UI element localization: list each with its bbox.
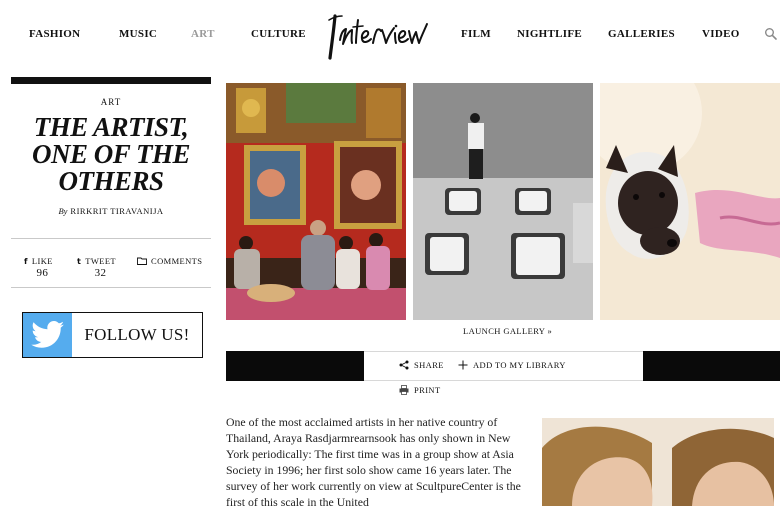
article-category: ART (100, 97, 122, 107)
like-count: 96 (36, 267, 49, 279)
nav-film[interactable]: FILM (461, 28, 491, 40)
launch-gallery-link[interactable]: LAUNCH GALLERY » (463, 326, 552, 336)
nav-nightlife[interactable]: NIGHTLIFE (517, 28, 582, 40)
comments-label: COMMENTS (151, 256, 203, 266)
add-to-library-label: ADD TO MY LIBRARY (473, 360, 566, 370)
facebook-icon: f (24, 256, 28, 266)
nav-art[interactable]: ART (191, 28, 215, 40)
nav-culture[interactable]: CULTURE (251, 28, 306, 40)
search-icon[interactable] (764, 27, 778, 41)
gallery-photo-temple[interactable] (226, 83, 406, 320)
article-title-line: OTHERS (58, 166, 164, 196)
byline-prefix: By (58, 206, 68, 216)
comments-button[interactable]: COMMENTS (137, 256, 202, 266)
follow-us-button[interactable]: FOLLOW US! (22, 312, 203, 358)
article-inline-photo (542, 418, 774, 506)
article-body: One of the most acclaimed artists in her… (226, 415, 521, 506)
article-byline: By RIRKRIT TIRAVANIJA (11, 206, 211, 216)
article-title-line: ONE OF THE (31, 139, 191, 169)
print-button[interactable]: PRINT (399, 385, 441, 395)
share-icon (399, 360, 409, 370)
gallery-photo-figures[interactable] (413, 83, 593, 320)
add-to-library-button[interactable]: ADD TO MY LIBRARY (458, 360, 566, 370)
gallery-photo-dog[interactable] (600, 83, 780, 320)
divider (11, 238, 211, 239)
article-title: THE ARTIST, ONE OF THE OTHERS (11, 114, 211, 195)
author-link[interactable]: RIRKRIT TIRAVANIJA (70, 206, 163, 216)
nav-fashion[interactable]: FASHION (29, 28, 80, 40)
interview-logo[interactable] (325, 10, 429, 62)
like-label: LIKE (31, 256, 53, 266)
folder-icon (137, 257, 147, 265)
tweet-button[interactable]: t TWEET 32 (77, 256, 116, 279)
nav-video[interactable]: VIDEO (702, 28, 740, 40)
action-bar-left-block (226, 351, 364, 381)
tumblr-t-icon: t (77, 256, 82, 266)
share-button[interactable]: SHARE (399, 360, 444, 370)
printer-icon (399, 385, 409, 395)
tweet-label: TWEET (85, 256, 117, 266)
twitter-bird-icon (23, 313, 72, 357)
nav-galleries[interactable]: GALLERIES (608, 28, 675, 40)
like-button[interactable]: f LIKE 96 (24, 256, 53, 279)
main-nav: FASHION MUSIC ART CULTURE FILM NIGHTLIFE… (0, 0, 780, 70)
follow-us-label: FOLLOW US! (84, 325, 190, 344)
tweet-count: 32 (94, 267, 107, 279)
plus-icon (458, 360, 468, 370)
action-bar-right-block (643, 351, 780, 381)
article-top-rule (11, 77, 211, 84)
print-label: PRINT (414, 385, 441, 395)
nav-music[interactable]: MUSIC (119, 28, 157, 40)
share-label: SHARE (414, 360, 444, 370)
divider (11, 287, 211, 288)
article-title-line: THE ARTIST, (33, 112, 189, 142)
